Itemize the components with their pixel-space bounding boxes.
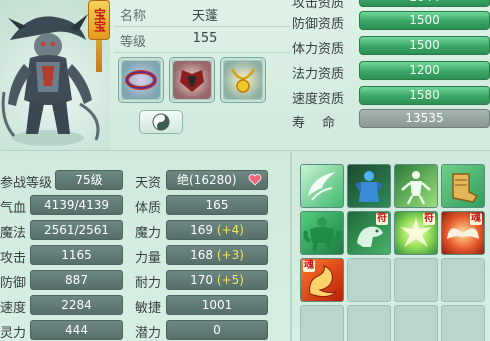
section-divider — [0, 150, 490, 151]
armor-icon — [173, 61, 211, 99]
scroll-boot-icon — [452, 173, 479, 203]
attack-value: 1165 — [30, 245, 123, 265]
empty-skill-slot[interactable] — [394, 305, 438, 341]
stat-label: 魔法 — [0, 226, 27, 241]
stat-label: 敏捷 — [135, 301, 162, 316]
hp-value: 4139/4139 — [30, 195, 123, 215]
aptitude-label: 攻击资质 — [292, 0, 345, 11]
stat-label: 天资 — [135, 176, 162, 191]
aptitude-label: 体力资质 — [292, 42, 345, 57]
stat-label: 力量 — [135, 251, 162, 266]
vertical-divider — [290, 150, 292, 341]
skill-slot[interactable]: 魂 — [300, 258, 344, 302]
heart-icon[interactable] — [248, 174, 262, 186]
equip-slot-armor[interactable] — [169, 57, 215, 103]
magic-power-base: 169 — [190, 223, 213, 237]
stat-label: 潜力 — [135, 326, 162, 341]
baby-badge: 宝宝 — [88, 0, 110, 40]
stat-label: 防御 — [0, 276, 27, 291]
mp-value: 2561/2561 — [30, 220, 123, 240]
row-divider — [114, 52, 290, 53]
skill-slot[interactable]: 魂 — [441, 211, 485, 255]
aptitude-label: 速度资质 — [292, 92, 345, 107]
skill-slot[interactable]: 符 — [394, 211, 438, 255]
stat-label: 灵力 — [0, 326, 27, 341]
strength-base: 168 — [190, 248, 213, 262]
talent-text: 绝(16280) — [177, 173, 237, 187]
soul-tag: 魂 — [303, 260, 315, 272]
yin-yang-button[interactable] — [139, 110, 183, 134]
bracelet-icon — [122, 61, 160, 99]
strength-value: 168 (+3) — [166, 245, 268, 265]
empty-skill-slot[interactable] — [441, 258, 485, 302]
skill-slot[interactable] — [300, 164, 344, 208]
endurance-bonus: (+5) — [216, 273, 244, 287]
skill-slot[interactable] — [347, 164, 391, 208]
stat-label: 耐力 — [135, 276, 162, 291]
aptitude-label: 防御资质 — [292, 17, 345, 32]
name-label: 名称 — [120, 9, 147, 24]
stat-label: 速度 — [0, 301, 27, 316]
green-figure-icon — [401, 171, 431, 205]
spirit-value: 444 — [30, 320, 123, 340]
blue-figure-icon — [355, 171, 383, 202]
lifespan-label: 寿 命 — [292, 116, 338, 131]
stat-label: 体质 — [135, 201, 162, 216]
magic-power-value: 169 (+4) — [166, 220, 268, 240]
magic-aptitude-bar: 1200 — [359, 61, 490, 80]
empty-skill-slot[interactable] — [394, 258, 438, 302]
endurance-base: 170 — [190, 273, 213, 287]
skill-slot[interactable] — [300, 211, 344, 255]
equip-slot-bracelet[interactable] — [118, 57, 164, 103]
strength-bonus: (+3) — [216, 248, 244, 262]
stat-label: 气血 — [0, 201, 27, 216]
yin-yang-icon — [152, 113, 170, 131]
badge-ribbon — [96, 38, 102, 72]
constitution-value: 165 — [166, 195, 268, 215]
agility-value: 1001 — [166, 295, 268, 315]
stat-label: 魔力 — [135, 226, 162, 241]
pet-info-panel: 宝宝 名称 天蓬 等级 155 攻击资质 1644 防御资质 1500 体力资质… — [0, 0, 490, 341]
battle-level-value: 75级 — [55, 170, 123, 190]
aptitude-label: 法力资质 — [292, 67, 345, 82]
speed-value: 2284 — [30, 295, 123, 315]
muscle-figure-icon — [303, 217, 341, 252]
skill-slot[interactable] — [441, 164, 485, 208]
row-divider — [114, 26, 290, 27]
level-label: 等级 — [120, 35, 147, 50]
pet-level: 155 — [192, 31, 218, 46]
defense-value: 887 — [30, 270, 123, 290]
pet-name: 天蓬 — [191, 9, 218, 24]
empty-skill-slot[interactable] — [347, 305, 391, 341]
soul-tag: 魂 — [470, 213, 482, 225]
stat-label: 参战等级 — [0, 176, 53, 191]
necklace-icon — [224, 61, 262, 99]
empty-skill-slot[interactable] — [300, 305, 344, 341]
stamina-aptitude-bar: 1500 — [359, 36, 490, 55]
potential-value: 0 — [166, 320, 268, 340]
skill-slot[interactable]: 符 — [347, 211, 391, 255]
defense-aptitude-bar: 1500 — [359, 11, 490, 30]
attack-aptitude-bar: 1644 — [359, 0, 490, 7]
empty-skill-slot[interactable] — [441, 305, 485, 341]
equip-slot-necklace[interactable] — [220, 57, 266, 103]
lifespan-bar: 13535 — [359, 109, 490, 128]
wings-icon — [308, 172, 336, 201]
stat-label: 攻击 — [0, 251, 27, 266]
magic-power-bonus: (+4) — [216, 223, 244, 237]
talisman-tag: 符 — [423, 213, 435, 225]
empty-skill-slot[interactable] — [347, 258, 391, 302]
skill-slot[interactable] — [394, 164, 438, 208]
talisman-tag: 符 — [376, 213, 388, 225]
speed-aptitude-bar: 1580 — [359, 86, 490, 105]
endurance-value: 170 (+5) — [166, 270, 268, 290]
